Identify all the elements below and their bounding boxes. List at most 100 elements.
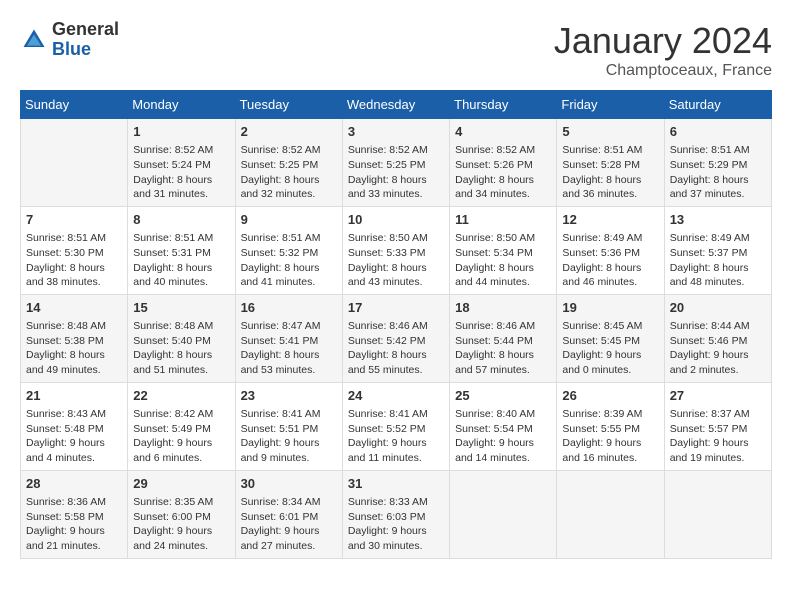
day-number: 21 xyxy=(26,387,122,405)
sunrise: Sunrise: 8:52 AM xyxy=(133,143,229,158)
calendar-cell: 2Sunrise: 8:52 AMSunset: 5:25 PMDaylight… xyxy=(235,119,342,207)
daylight: Daylight: 9 hours and 9 minutes. xyxy=(241,436,337,465)
week-row-5: 28 Sunrise: 8:36 AMSunset: 5:58 PM Dayligh… xyxy=(21,470,772,558)
day-number: 15 xyxy=(133,299,229,317)
daylight: Daylight: 8 hours and 37 minutes. xyxy=(670,173,766,202)
calendar-cell: 12Sunrise: 8:49 AMSunset: 5:36 PMDayligh… xyxy=(557,206,664,294)
sunrise: Sunrise: 8:51 AM xyxy=(670,143,766,158)
sunset: Sunset: 5:42 PM xyxy=(348,334,444,349)
day-number: 14 xyxy=(26,299,122,317)
calendar-cell: 3Sunrise: 8:52 AMSunset: 5:25 PMDaylight… xyxy=(342,119,449,207)
calendar-cell: 19Sunrise: 8:45 AMSunset: 5:45 PMDayligh… xyxy=(557,294,664,382)
sunset: Sunset: 5:24 PM xyxy=(133,158,229,173)
sunrise: Sunrise: 8:39 AM xyxy=(562,407,658,422)
sunrise: Sunrise: 8:42 AM xyxy=(133,407,229,422)
calendar-cell: 16Sunrise: 8:47 AMSunset: 5:41 PMDayligh… xyxy=(235,294,342,382)
sunset: Sunset: 5:25 PM xyxy=(241,158,337,173)
daylight: Daylight: 9 hours and 14 minutes. xyxy=(455,436,551,465)
week-row-3: 14 Sunrise: 8:48 AMSunset: 5:38 PM Dayligh… xyxy=(21,294,772,382)
daylight: Daylight: 8 hours and 40 minutes. xyxy=(133,261,229,290)
calendar-cell: 10Sunrise: 8:50 AMSunset: 5:33 PMDayligh… xyxy=(342,206,449,294)
daylight: Daylight: 9 hours and 24 minutes. xyxy=(133,524,229,553)
weekday-header-sunday: Sunday xyxy=(21,91,128,119)
sunrise: Sunrise: 8:52 AM xyxy=(241,143,337,158)
calendar-cell: 26Sunrise: 8:39 AMSunset: 5:55 PMDayligh… xyxy=(557,382,664,470)
sunrise: Sunrise: 8:37 AM xyxy=(670,407,766,422)
day-number: 25 xyxy=(455,387,551,405)
sunrise: Sunrise: 8:52 AM xyxy=(455,143,551,158)
sunrise: Sunrise: 8:46 AM xyxy=(455,319,551,334)
calendar-cell: 1Sunrise: 8:52 AMSunset: 5:24 PMDaylight… xyxy=(128,119,235,207)
sunset: Sunset: 5:54 PM xyxy=(455,422,551,437)
sunset: Sunset: 5:57 PM xyxy=(670,422,766,437)
calendar-cell: 18Sunrise: 8:46 AMSunset: 5:44 PMDayligh… xyxy=(450,294,557,382)
day-number: 20 xyxy=(670,299,766,317)
sunrise: Sunrise: 8:47 AM xyxy=(241,319,337,334)
sunrise: Sunrise: 8:35 AM xyxy=(133,495,229,510)
sunrise: Sunrise: 8:48 AM xyxy=(26,319,122,334)
day-number: 6 xyxy=(670,123,766,141)
sunrise: Sunrise: 8:52 AM xyxy=(348,143,444,158)
sunset: Sunset: 5:34 PM xyxy=(455,246,551,261)
daylight: Daylight: 9 hours and 19 minutes. xyxy=(670,436,766,465)
sunset: Sunset: 5:31 PM xyxy=(133,246,229,261)
day-number: 27 xyxy=(670,387,766,405)
day-number: 28 xyxy=(26,475,122,493)
day-number: 8 xyxy=(133,211,229,229)
day-number: 26 xyxy=(562,387,658,405)
daylight: Daylight: 8 hours and 33 minutes. xyxy=(348,173,444,202)
sunset: Sunset: 5:58 PM xyxy=(26,510,122,525)
sunrise: Sunrise: 8:49 AM xyxy=(670,231,766,246)
sunset: Sunset: 5:30 PM xyxy=(26,246,122,261)
sunset: Sunset: 5:38 PM xyxy=(26,334,122,349)
daylight: Daylight: 8 hours and 51 minutes. xyxy=(133,348,229,377)
calendar-cell: 7Sunrise: 8:51 AMSunset: 5:30 PMDaylight… xyxy=(21,206,128,294)
sunset: Sunset: 5:32 PM xyxy=(241,246,337,261)
calendar-cell: 23Sunrise: 8:41 AMSunset: 5:51 PMDayligh… xyxy=(235,382,342,470)
week-row-4: 21Sunrise: 8:43 AMSunset: 5:48 PMDayligh… xyxy=(21,382,772,470)
sunset: Sunset: 5:51 PM xyxy=(241,422,337,437)
daylight: Daylight: 9 hours and 0 minutes. xyxy=(562,348,658,377)
sunrise: Sunrise: 8:36 AM xyxy=(26,495,122,510)
day-number: 18 xyxy=(455,299,551,317)
day-number: 13 xyxy=(670,211,766,229)
sunset: Sunset: 6:00 PM xyxy=(133,510,229,525)
daylight: Daylight: 9 hours and 4 minutes. xyxy=(26,436,122,465)
calendar-cell xyxy=(664,470,771,558)
logo: General Blue xyxy=(20,20,119,60)
daylight: Daylight: 9 hours and 2 minutes. xyxy=(670,348,766,377)
sunrise: Sunrise: 8:40 AM xyxy=(455,407,551,422)
day-number: 10 xyxy=(348,211,444,229)
sunset: Sunset: 5:44 PM xyxy=(455,334,551,349)
day-number: 12 xyxy=(562,211,658,229)
page-header: General Blue January 2024 Champtoceaux, … xyxy=(20,20,772,80)
calendar-cell: 24Sunrise: 8:41 AMSunset: 5:52 PMDayligh… xyxy=(342,382,449,470)
sunset: Sunset: 5:26 PM xyxy=(455,158,551,173)
calendar-table: SundayMondayTuesdayWednesdayThursdayFrid… xyxy=(20,90,772,559)
sunrise: Sunrise: 8:50 AM xyxy=(455,231,551,246)
day-number: 31 xyxy=(348,475,444,493)
daylight: Daylight: 8 hours and 41 minutes. xyxy=(241,261,337,290)
weekday-header-saturday: Saturday xyxy=(664,91,771,119)
sunrise: Sunrise: 8:46 AM xyxy=(348,319,444,334)
daylight: Daylight: 8 hours and 55 minutes. xyxy=(348,348,444,377)
day-number: 30 xyxy=(241,475,337,493)
daylight: Daylight: 8 hours and 48 minutes. xyxy=(670,261,766,290)
logo-text: General Blue xyxy=(52,20,119,60)
daylight: Daylight: 8 hours and 53 minutes. xyxy=(241,348,337,377)
calendar-cell: 29Sunrise: 8:35 AMSunset: 6:00 PMDayligh… xyxy=(128,470,235,558)
daylight: Daylight: 9 hours and 30 minutes. xyxy=(348,524,444,553)
day-number: 23 xyxy=(241,387,337,405)
daylight: Daylight: 8 hours and 43 minutes. xyxy=(348,261,444,290)
weekday-header-friday: Friday xyxy=(557,91,664,119)
calendar-cell: 11Sunrise: 8:50 AMSunset: 5:34 PMDayligh… xyxy=(450,206,557,294)
sunrise: Sunrise: 8:33 AM xyxy=(348,495,444,510)
day-number: 5 xyxy=(562,123,658,141)
calendar-cell: 17Sunrise: 8:46 AMSunset: 5:42 PMDayligh… xyxy=(342,294,449,382)
sunset: Sunset: 6:03 PM xyxy=(348,510,444,525)
sunset: Sunset: 5:45 PM xyxy=(562,334,658,349)
daylight: Daylight: 8 hours and 36 minutes. xyxy=(562,173,658,202)
calendar-cell: 30Sunrise: 8:34 AMSunset: 6:01 PMDayligh… xyxy=(235,470,342,558)
daylight: Daylight: 8 hours and 38 minutes. xyxy=(26,261,122,290)
day-number: 4 xyxy=(455,123,551,141)
